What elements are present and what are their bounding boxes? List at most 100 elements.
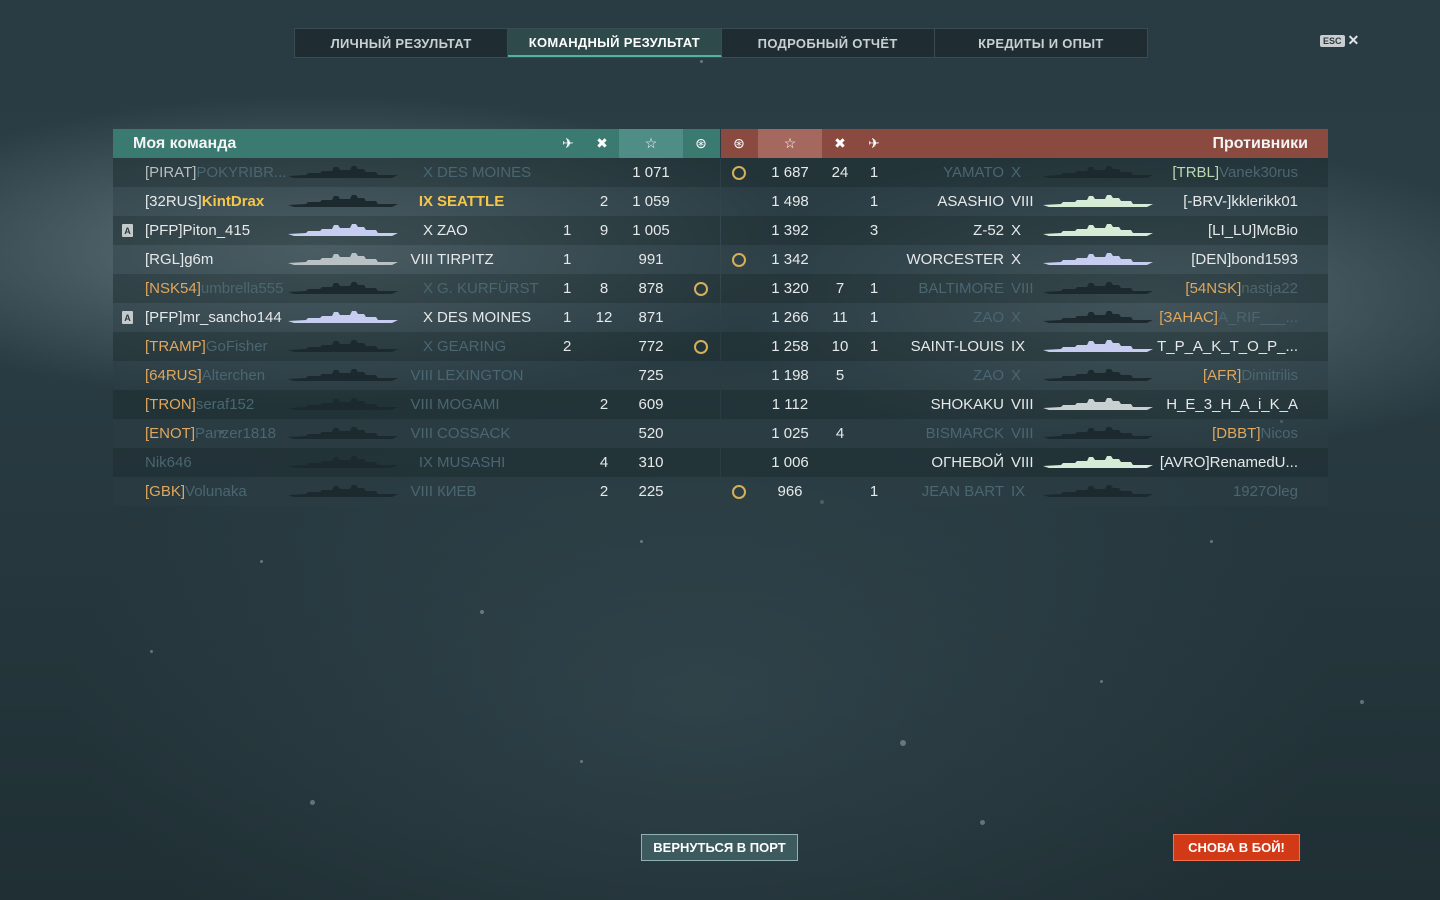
ship-silhouette (1043, 398, 1153, 410)
battle-again-button[interactable]: СНОВА В БОЙ! (1173, 834, 1300, 861)
ship-name: MOGAMI (437, 396, 500, 413)
tab-personal-result[interactable]: ЛИЧНЫЙ РЕЗУЛЬТАТ (295, 29, 509, 57)
ship-silhouette (288, 398, 398, 410)
ships-destroyed: 2 (599, 193, 609, 210)
player-row[interactable]: 1 498 1 ASASHIO VIII [-BRV-]kklerikk01 (721, 187, 1328, 216)
player-name: [PFP]Piton_415 (145, 222, 250, 239)
experience: 878 (638, 280, 664, 297)
player-row[interactable]: [TRON]seraf152 VIII MOGAMI 2 609 (113, 390, 720, 419)
ship-name: YAMATO (943, 164, 1004, 181)
clan-tag: [32RUS] (145, 193, 202, 210)
player-name: [54NSK]nastja22 (1185, 280, 1298, 297)
player-row[interactable]: [64RUS]Alterchen VIII LEXINGTON 725 (113, 361, 720, 390)
ship-tier: X (422, 222, 433, 239)
player-row[interactable]: [RGL]g6m VIII TIRPITZ 1 991 (113, 245, 720, 274)
player-name: [ЗАНАС]A_RIF___... (1159, 309, 1298, 326)
ships-destroyed: 4 (599, 454, 609, 471)
player-row[interactable]: [TRAMP]GoFisher X GEARING 2 772 (113, 332, 720, 361)
player-row[interactable]: 966 1 JEAN BART IX 1927Oleg (721, 477, 1328, 506)
experience: 772 (638, 338, 664, 355)
ship-tier: X (422, 280, 433, 297)
nickname: GoFisher (205, 338, 268, 355)
snowflake (900, 740, 906, 746)
player-row[interactable]: 1 392 3 Z-52 X [LI_LU]McBio (721, 216, 1328, 245)
experience: 1 392 (771, 222, 809, 239)
ship-name: MUSASHI (437, 454, 506, 471)
player-name: [PFP]mr_sancho144 (145, 309, 282, 326)
experience-star-icon: ☆ (758, 129, 822, 158)
snowflake (150, 650, 153, 653)
nickname: mr_sancho144 (182, 309, 282, 326)
ship-silhouette (288, 253, 398, 265)
player-name: [DBBT]Nicos (1212, 425, 1298, 442)
ship-silhouette (1043, 340, 1153, 352)
player-row[interactable]: 1 112 SHOKAKU VIII H_E_3_H_A_i_K_A (721, 390, 1328, 419)
tab-team-result[interactable]: КОМАНДНЫЙ РЕЗУЛЬТАТ (508, 29, 722, 57)
ship-silhouette (288, 282, 398, 294)
player-name: [PIRAT]POKYRIBR... (145, 164, 286, 181)
ship-silhouette (1043, 485, 1153, 497)
nickname: H_E_3_H_A_i_K_A (1166, 396, 1298, 413)
ship-silhouette (1043, 369, 1153, 381)
player-row[interactable]: 1 258 10 1 SAINT-LOUIS IX T_P_A_K_T_O_P_... (721, 332, 1328, 361)
ship-name: ОГНЕВОЙ (931, 454, 1004, 471)
nickname: 1927Oleg (1232, 483, 1298, 500)
player-row[interactable]: [GBK]Volunaka VIII КИЕВ 2 225 (113, 477, 720, 506)
player-row[interactable]: 1 198 5 ZAO X [AFR]Dimitrilis (721, 361, 1328, 390)
ships-destroyed: 4 (835, 425, 845, 442)
player-row[interactable]: Nik646 IX MUSASHI 4 310 (113, 448, 720, 477)
ship-silhouette (288, 224, 398, 236)
player-row[interactable]: 1 006 ОГНЕВОЙ VIII [AVRO]RenamedU... (721, 448, 1328, 477)
planes-destroyed: 1 (563, 251, 572, 268)
close-button[interactable]: ESC ✕ (1320, 32, 1359, 49)
player-row[interactable]: 1 266 11 1 ZAO X [ЗАНАС]A_RIF___... (721, 303, 1328, 332)
player-row[interactable]: 1 342 WORCESTER X [DEN]bond1593 (721, 245, 1328, 274)
experience: 1 320 (771, 280, 809, 297)
close-icon: ✕ (1347, 32, 1360, 48)
player-row[interactable]: 1 025 4 BISMARCK VIII [DBBT]Nicos (721, 419, 1328, 448)
tab-credits-xp[interactable]: КРЕДИТЫ И ОПЫТ (935, 29, 1147, 57)
ships-destroyed: 10 (831, 338, 849, 355)
ship-name: ZAO (973, 367, 1004, 384)
tab-detailed-report[interactable]: ПОДРОБНЫЙ ОТЧЁТ (722, 29, 935, 57)
clan-tag: [54NSK] (1185, 280, 1242, 297)
nickname: Volunaka (185, 483, 247, 500)
player-row[interactable]: 1 687 24 1 YAMATO X [TRBL]Vanek30rus (721, 158, 1328, 187)
achievement-icon: ⊛ (733, 135, 745, 151)
player-name: T_P_A_K_T_O_P_... (1157, 338, 1298, 355)
player-row[interactable]: [NSK54]umbrella555 X G. KURFÜRST 1 8 878 (113, 274, 720, 303)
result-tabs: ЛИЧНЫЙ РЕЗУЛЬТАТ КОМАНДНЫЙ РЕЗУЛЬТАТ ПОД… (294, 28, 1148, 58)
player-row[interactable]: A [PFP]Piton_415 X ZAO 1 9 1 005 (113, 216, 720, 245)
clan-tag: [ЗАНАС] (1159, 309, 1218, 326)
nickname: Nicos (1260, 425, 1298, 442)
ship-name: GEARING (437, 338, 507, 355)
clan-tag: [-BRV-] (1183, 193, 1232, 210)
nickname: umbrella555 (200, 280, 284, 297)
ship-tier: IX (418, 454, 433, 471)
player-name: Nik646 (145, 454, 192, 471)
ships-destroyed: 5 (835, 367, 845, 384)
experience: 966 (777, 483, 803, 500)
nickname: kklerikk01 (1231, 193, 1298, 210)
player-row[interactable]: [ENOT]Panzer1818 VIII COSSACK 520 (113, 419, 720, 448)
planes-destroyed-icon: ✈ (868, 135, 880, 151)
return-to-port-button[interactable]: ВЕРНУТЬСЯ В ПОРТ (641, 834, 798, 861)
ship-name: ZAO (973, 309, 1004, 326)
my-team-title: Моя команда (133, 135, 237, 152)
snowflake (1360, 700, 1364, 704)
planes-destroyed: 1 (869, 164, 879, 181)
snowflake (260, 560, 263, 563)
player-row[interactable]: [PIRAT]POKYRIBR... X DES MOINES 1 071 (113, 158, 720, 187)
ship-tier: X (1011, 309, 1022, 326)
ship-name: JEAN BART (921, 483, 1004, 500)
snowflake (700, 60, 703, 63)
experience: 520 (638, 425, 664, 442)
achievement-medal-icon (694, 282, 708, 296)
snowflake (1100, 680, 1103, 683)
clan-tag: [ENOT] (145, 425, 196, 442)
player-row[interactable]: A [PFP]mr_sancho144 X DES MOINES 1 12 871 (113, 303, 720, 332)
player-row[interactable]: 1 320 7 1 BALTIMORE VIII [54NSK]nastja22 (721, 274, 1328, 303)
ship-tier: X (1011, 164, 1022, 181)
player-name: [TRON]seraf152 (145, 396, 254, 413)
player-row[interactable]: [32RUS]KintDrax IX SEATTLE 2 1 059 (113, 187, 720, 216)
